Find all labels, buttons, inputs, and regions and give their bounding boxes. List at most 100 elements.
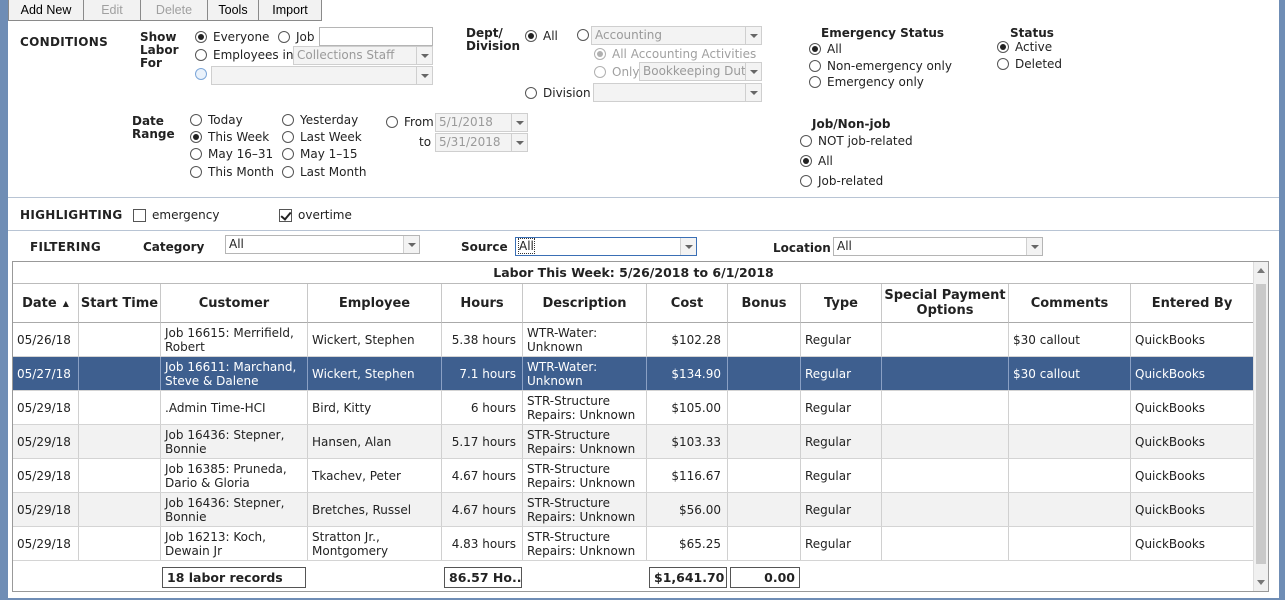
cell-employee: Bird, Kitty bbox=[308, 391, 442, 424]
job-all-option[interactable]: All bbox=[800, 154, 833, 168]
division-radio[interactable] bbox=[525, 87, 537, 99]
dept-all-label: All bbox=[543, 29, 558, 43]
other-option[interactable] bbox=[195, 68, 207, 80]
emergency-all-option[interactable]: All bbox=[809, 42, 842, 56]
column-header-customer[interactable]: Customer bbox=[161, 284, 308, 323]
all-activities-radio[interactable] bbox=[594, 48, 606, 60]
add-new-button[interactable]: Add New bbox=[8, 0, 84, 21]
location-select[interactable]: All bbox=[833, 237, 1043, 256]
status-active-radio[interactable] bbox=[997, 41, 1009, 53]
dept-option[interactable] bbox=[577, 29, 589, 41]
scroll-thumb[interactable] bbox=[1256, 284, 1266, 564]
table-row[interactable]: 05/29/18 Job 16436: Stepner, Bonnie Hansen… bbox=[13, 425, 1254, 459]
everyone-option[interactable]: Everyone bbox=[195, 30, 269, 44]
last-month-radio[interactable] bbox=[282, 166, 294, 178]
column-header-description[interactable]: Description bbox=[523, 284, 647, 323]
dept-select[interactable]: Accounting bbox=[591, 26, 762, 45]
vertical-scrollbar[interactable] bbox=[1253, 262, 1268, 591]
table-row[interactable]: 05/29/18 .Admin Time-HCI Bird, Kitty 6 hour… bbox=[13, 391, 1254, 425]
job-related-radio[interactable] bbox=[800, 175, 812, 187]
emergency-all-radio[interactable] bbox=[809, 43, 821, 55]
emergency-only-radio[interactable] bbox=[809, 76, 821, 88]
cell-date: 05/26/18 bbox=[13, 323, 79, 356]
table-row[interactable]: 05/29/18 Job 16385: Pruneda, Dario & Glor… bbox=[13, 459, 1254, 493]
everyone-radio[interactable] bbox=[195, 31, 207, 43]
status-active-option[interactable]: Active bbox=[997, 40, 1052, 54]
other-radio[interactable] bbox=[195, 68, 207, 80]
table-row[interactable]: 05/29/18 Job 16213: Koch, Dewain Jr Stratt… bbox=[13, 527, 1254, 561]
not-job-related-option[interactable]: NOT job-related bbox=[800, 134, 913, 148]
this-week-radio[interactable] bbox=[190, 131, 202, 143]
today-option[interactable]: Today bbox=[190, 113, 243, 127]
employees-in-select[interactable]: Collections Staff bbox=[293, 46, 433, 65]
column-header-cost[interactable]: Cost bbox=[647, 284, 728, 323]
this-month-radio[interactable] bbox=[190, 166, 202, 178]
scroll-down-icon[interactable] bbox=[1257, 580, 1265, 585]
job-related-option[interactable]: Job-related bbox=[800, 174, 883, 188]
column-header-hours[interactable]: Hours bbox=[442, 284, 523, 323]
this-month-option[interactable]: This Month bbox=[190, 165, 274, 179]
dept-all-radio[interactable] bbox=[525, 30, 537, 42]
table-row[interactable]: 05/26/18 Job 16615: Merrifield, Robert Wic… bbox=[13, 323, 1254, 357]
last-month-option[interactable]: Last Month bbox=[282, 165, 366, 179]
scroll-up-icon[interactable] bbox=[1257, 268, 1265, 273]
from-option[interactable]: From bbox=[386, 115, 434, 129]
table-row[interactable]: 05/27/18 Job 16611: Marchand, Steve & Dal… bbox=[13, 357, 1254, 391]
may1-15-radio[interactable] bbox=[282, 148, 294, 160]
import-button[interactable]: Import bbox=[258, 0, 322, 21]
all-activities-option[interactable]: All Accounting Activities bbox=[594, 47, 756, 61]
to-date-input[interactable]: 5/31/2018 bbox=[435, 133, 528, 152]
employees-in-option[interactable]: Employees in bbox=[195, 48, 293, 62]
emergency-checkbox[interactable] bbox=[133, 208, 146, 222]
emergency-only-option[interactable]: Emergency only bbox=[809, 75, 924, 89]
job-all-radio[interactable] bbox=[800, 155, 812, 167]
non-emergency-option[interactable]: Non-emergency only bbox=[809, 59, 952, 73]
column-header-start-time[interactable]: Start Time bbox=[79, 284, 161, 323]
overtime-highlight-option[interactable]: overtime bbox=[279, 208, 352, 222]
table-row[interactable]: 05/29/18 Job 16436: Stepner, Bonnie Bretch… bbox=[13, 493, 1254, 527]
division-option[interactable]: Division bbox=[525, 86, 591, 100]
emergency-highlight-option[interactable]: emergency bbox=[133, 208, 219, 222]
job-input[interactable] bbox=[319, 27, 433, 46]
from-date-input[interactable]: 5/1/2018 bbox=[435, 113, 528, 132]
edit-button[interactable]: Edit bbox=[83, 0, 141, 21]
tools-button[interactable]: Tools bbox=[207, 0, 259, 21]
overtime-checkbox[interactable] bbox=[279, 208, 292, 222]
job-option[interactable]: Job bbox=[278, 30, 315, 44]
delete-button[interactable]: Delete bbox=[140, 0, 208, 21]
category-select[interactable]: All bbox=[225, 235, 420, 254]
may1-15-option[interactable]: May 1–15 bbox=[282, 147, 358, 161]
only-select[interactable]: Bookkeeping Dut bbox=[639, 62, 762, 81]
last-week-option[interactable]: Last Week bbox=[282, 130, 362, 144]
only-radio[interactable] bbox=[594, 66, 606, 78]
column-header-date[interactable]: Date ▲ bbox=[13, 284, 79, 323]
column-header-comments[interactable]: Comments bbox=[1009, 284, 1131, 323]
column-header-special-payment[interactable]: Special Payment Options bbox=[882, 284, 1009, 323]
this-week-option[interactable]: This Week bbox=[190, 130, 269, 144]
dept-all-option[interactable]: All bbox=[525, 29, 558, 43]
status-deleted-radio[interactable] bbox=[997, 58, 1009, 70]
employees-in-radio[interactable] bbox=[195, 49, 207, 61]
division-select[interactable] bbox=[593, 83, 762, 102]
only-option[interactable]: Only bbox=[594, 65, 640, 79]
may16-31-radio[interactable] bbox=[190, 148, 202, 160]
column-header-employee[interactable]: Employee bbox=[308, 284, 442, 323]
column-header-entered-by[interactable]: Entered By bbox=[1131, 284, 1254, 323]
yesterday-option[interactable]: Yesterday bbox=[282, 113, 358, 127]
show-labor-for-label: Show Labor For bbox=[140, 30, 179, 70]
from-radio[interactable] bbox=[386, 116, 398, 128]
column-header-bonus[interactable]: Bonus bbox=[728, 284, 801, 323]
column-header-type[interactable]: Type bbox=[801, 284, 882, 323]
today-radio[interactable] bbox=[190, 114, 202, 126]
job-radio[interactable] bbox=[278, 31, 290, 43]
last-week-radio[interactable] bbox=[282, 131, 294, 143]
non-emergency-radio[interactable] bbox=[809, 60, 821, 72]
source-select[interactable]: All bbox=[515, 237, 697, 256]
status-deleted-option[interactable]: Deleted bbox=[997, 57, 1062, 71]
to-date-value: 5/31/2018 bbox=[439, 135, 501, 149]
yesterday-radio[interactable] bbox=[282, 114, 294, 126]
may16-31-option[interactable]: May 16–31 bbox=[190, 147, 273, 161]
other-select[interactable] bbox=[211, 66, 433, 85]
not-job-related-radio[interactable] bbox=[800, 135, 812, 147]
dept-radio[interactable] bbox=[577, 29, 589, 41]
